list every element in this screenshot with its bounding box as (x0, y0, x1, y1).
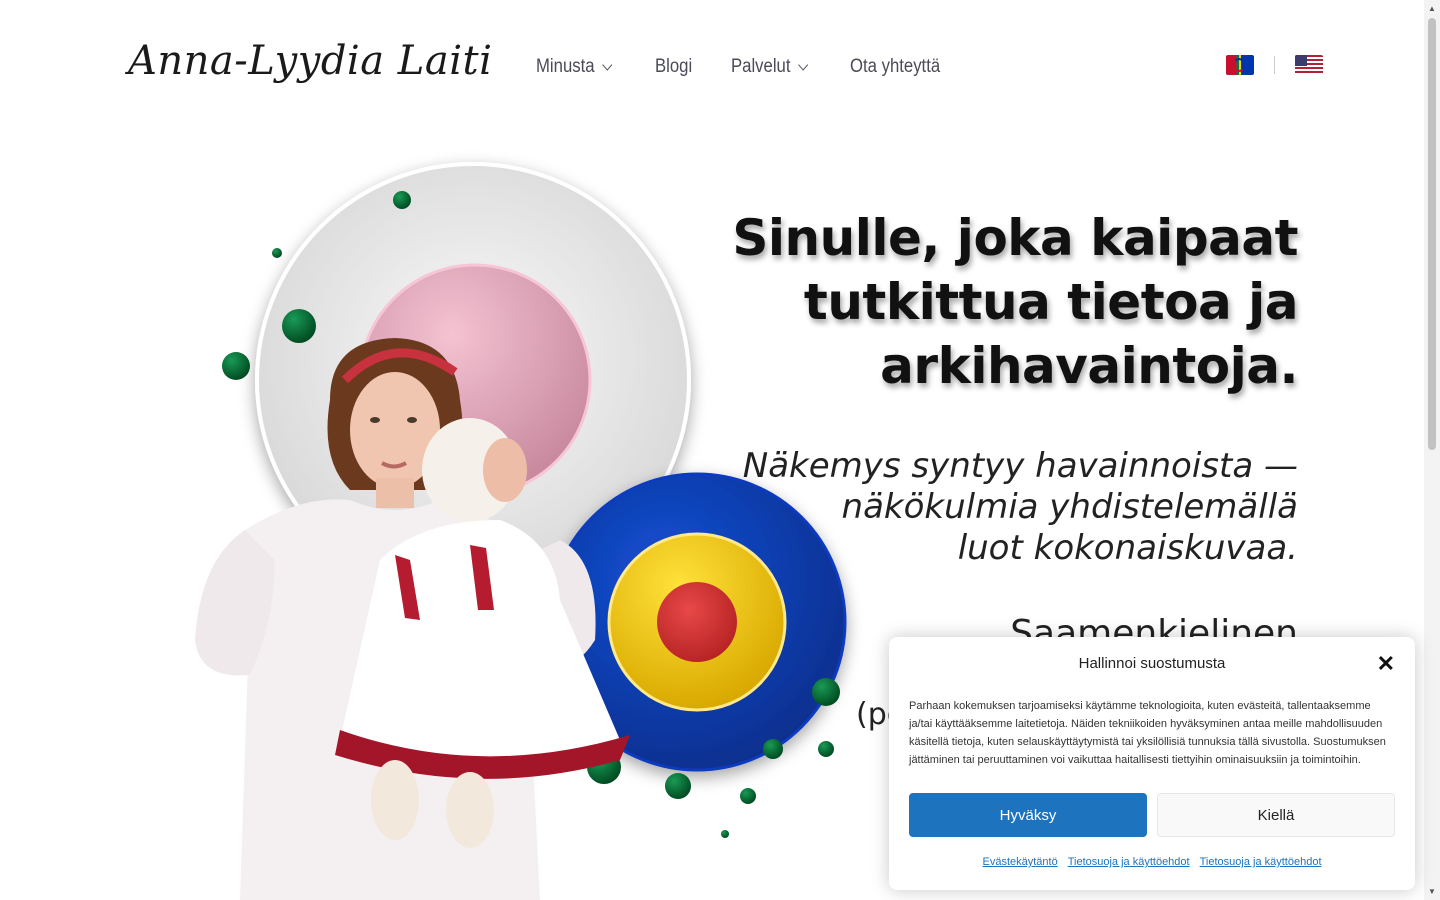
scroll-thumb[interactable] (1428, 18, 1436, 450)
tagline-line: näkökulmia yhdistelemällä (841, 487, 1298, 527)
page-scrollbar[interactable]: ▲ ▼ (1424, 0, 1440, 900)
hero-tagline: Näkemys syntyy havainnoista — näkökulmia… (698, 446, 1298, 569)
privacy-link-2[interactable]: Tietosuoja ja käyttöehdot (1200, 856, 1322, 868)
tagline-line: Näkemys syntyy havainnoista — (742, 446, 1298, 486)
consent-links: Evästekäytäntö Tietosuoja ja käyttöehdot… (889, 856, 1415, 868)
scroll-down-arrow-icon[interactable]: ▼ (1428, 887, 1436, 896)
headline-line: arkihavaintoja. (880, 337, 1298, 395)
tagline-line: luot kokonaiskuvaa. (957, 528, 1298, 568)
headline-line: Sinulle, joka kaipaat (732, 209, 1298, 267)
accept-button[interactable]: Hyväksy (909, 793, 1147, 837)
headline-line: tutkittua tietoa ja (803, 273, 1299, 331)
consent-title: Hallinnoi suostumusta (1078, 655, 1226, 672)
us-flag-icon[interactable] (1295, 55, 1323, 75)
privacy-link[interactable]: Tietosuoja ja käyttöehdot (1068, 856, 1190, 868)
cookie-consent-dialog: Hallinnoi suostumusta ✕ Parhaan kokemuks… (889, 637, 1415, 890)
deny-button[interactable]: Kiellä (1157, 793, 1395, 837)
scroll-up-arrow-icon[interactable]: ▲ (1428, 4, 1436, 13)
cookie-policy-link[interactable]: Evästekäytäntö (982, 856, 1057, 868)
hero-headline: Sinulle, joka kaipaat tutkittua tietoa j… (698, 206, 1298, 398)
language-switcher (1226, 55, 1323, 75)
hero-text: Sinulle, joka kaipaat tutkittua tietoa j… (698, 206, 1298, 654)
divider (1274, 56, 1275, 74)
consent-body: Parhaan kokemuksen tarjoamiseksi käytämm… (909, 700, 1386, 766)
close-icon[interactable]: ✕ (1377, 653, 1395, 675)
sami-flag-icon[interactable] (1226, 55, 1254, 75)
